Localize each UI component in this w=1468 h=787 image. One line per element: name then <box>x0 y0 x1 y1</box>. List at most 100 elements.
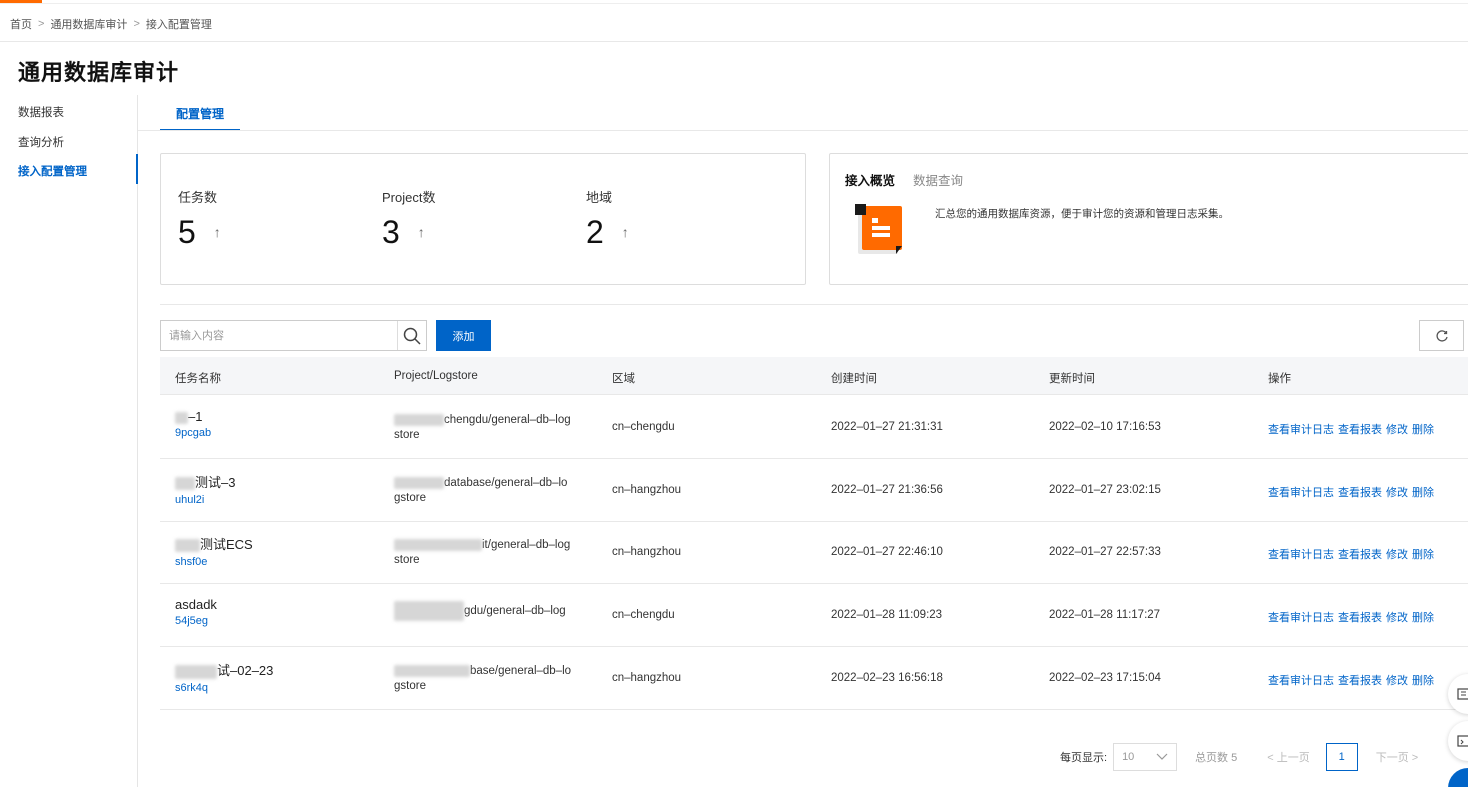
breadcrumb-current: 接入配置管理 <box>145 19 212 31</box>
task-id-link[interactable]: 9pcgab <box>175 427 211 439</box>
sidebar-item-reports[interactable]: 数据报表 <box>18 104 64 120</box>
tab-config-management[interactable]: 配置管理 <box>160 98 241 131</box>
search-input[interactable] <box>161 321 396 350</box>
column-header: 区域 <box>612 373 635 385</box>
updated-time: 2022–02–10 17:16:53 <box>1049 421 1161 433</box>
page-size-select[interactable]: 10 <box>1113 743 1178 771</box>
stat-label: Project数 <box>382 190 436 205</box>
edit-link[interactable]: 修改 <box>1386 609 1408 625</box>
project-logstore: base/general–db–lo <box>470 665 572 677</box>
stat-value: 5 <box>178 214 196 250</box>
sidebar-item-access-config[interactable]: 接入配置管理 <box>18 163 87 179</box>
row-actions: 查看审计日志 查看报表 修改 删除 <box>1268 609 1434 625</box>
floating-chat-button[interactable] <box>1448 768 1468 787</box>
task-name: asdadk <box>175 597 217 612</box>
chevron-right-icon: > <box>38 18 45 30</box>
project-logstore-cont: gstore <box>394 492 426 504</box>
edit-link[interactable]: 修改 <box>1386 421 1408 437</box>
redacted-text <box>394 601 464 621</box>
view-audit-log-link[interactable]: 查看审计日志 <box>1268 546 1334 562</box>
task-id-link[interactable]: s6rk4q <box>175 682 273 694</box>
breadcrumb-parent[interactable]: 通用数据库审计 <box>50 16 127 32</box>
row-actions: 查看审计日志 查看报表 修改 删除 <box>1268 421 1434 437</box>
project-logstore-cont: gstore <box>394 680 426 692</box>
delete-link[interactable]: 删除 <box>1412 484 1434 500</box>
table-header: 任务名称 Project/Logstore 区域 创建时间 更新时间 操作 <box>160 357 1468 395</box>
page-size-label: 每页显示: <box>1060 752 1108 764</box>
page-number-current[interactable]: 1 <box>1325 743 1358 771</box>
created-time: 2022–01–27 21:31:31 <box>831 421 943 433</box>
task-id-link[interactable]: shsf0e <box>175 556 253 568</box>
task-name: 试–02–23 <box>217 663 274 678</box>
table-row: asdadk 54j5eg gdu/general–db–log cn–chen… <box>160 584 1468 647</box>
task-name: 测试–3 <box>195 475 236 490</box>
view-audit-log-link[interactable]: 查看审计日志 <box>1268 484 1334 500</box>
page-size-value: 10 <box>1122 751 1135 763</box>
project-logstore-cont: store <box>394 429 420 441</box>
overview-description: 汇总您的通用数据库资源，便于审计您的资源和管理日志采集。 <box>935 208 1229 220</box>
stat-label: 地域 <box>586 190 613 205</box>
arrow-up-icon: ↑ <box>417 224 425 240</box>
view-audit-log-link[interactable]: 查看审计日志 <box>1268 609 1334 625</box>
project-logstore: gdu/general–db–log <box>464 605 566 618</box>
floating-help-button[interactable] <box>1448 721 1468 761</box>
region: cn–hangzhou <box>612 484 682 496</box>
tab-data-query[interactable]: 数据查询 <box>913 170 963 189</box>
arrow-up-icon: ↑ <box>213 224 221 240</box>
page-title: 通用数据库审计 <box>18 60 180 85</box>
breadcrumb: 首页 > 通用数据库审计 > 接入配置管理 <box>10 16 212 32</box>
task-id-link[interactable]: 54j5eg <box>175 615 217 627</box>
breadcrumb-home[interactable]: 首页 <box>10 16 32 32</box>
edit-link[interactable]: 修改 <box>1386 672 1408 688</box>
stat-label: 任务数 <box>178 190 218 205</box>
search-icon[interactable] <box>402 326 422 346</box>
pagination: 每页显示: 10 总页数 5 < 上一页 1 下一页 > <box>1060 743 1418 771</box>
view-audit-log-link[interactable]: 查看审计日志 <box>1268 672 1334 688</box>
tab-access-overview[interactable]: 接入概览 <box>845 170 895 189</box>
view-report-link[interactable]: 查看报表 <box>1338 609 1382 625</box>
updated-time: 2022–01–27 23:02:15 <box>1049 484 1161 496</box>
view-report-link[interactable]: 查看报表 <box>1338 672 1382 688</box>
stat-project-count: Project数 3 ↑ <box>382 187 436 250</box>
sidebar-item-query[interactable]: 查询分析 <box>18 134 64 150</box>
edit-link[interactable]: 修改 <box>1386 546 1408 562</box>
table-row: 试–02–23 s6rk4q base/general–db–lo gstore … <box>160 647 1468 710</box>
created-time: 2022–02–23 16:56:18 <box>831 672 943 684</box>
delete-link[interactable]: 删除 <box>1412 672 1434 688</box>
project-logstore: chengdu/general–db–log <box>444 414 571 426</box>
refresh-icon <box>1435 329 1448 342</box>
created-time: 2022–01–27 22:46:10 <box>831 546 943 558</box>
row-actions: 查看审计日志 查看报表 修改 删除 <box>1268 546 1434 562</box>
column-header: 任务名称 <box>175 373 221 385</box>
view-report-link[interactable]: 查看报表 <box>1338 421 1382 437</box>
delete-link[interactable]: 删除 <box>1412 546 1434 562</box>
delete-link[interactable]: 删除 <box>1412 609 1434 625</box>
view-report-link[interactable]: 查看报表 <box>1338 546 1382 562</box>
sidebar-active-indicator <box>136 154 138 184</box>
prev-page-button[interactable]: < 上一页 <box>1267 749 1309 765</box>
edit-link[interactable]: 修改 <box>1386 484 1408 500</box>
view-audit-log-link[interactable]: 查看审计日志 <box>1268 421 1334 437</box>
view-report-link[interactable]: 查看报表 <box>1338 484 1382 500</box>
task-id-link[interactable]: uhul2i <box>175 494 235 506</box>
table-row: 测试–3 uhul2i database/general–db–lo gstore… <box>160 459 1468 522</box>
redacted-text <box>394 538 482 551</box>
project-logstore: database/general–db–lo <box>444 477 568 489</box>
chevron-down-icon <box>1156 753 1168 760</box>
redacted-text <box>175 664 217 679</box>
region: cn–hangzhou <box>612 546 682 558</box>
redacted-text <box>175 539 200 553</box>
region: cn–chengdu <box>612 421 675 433</box>
region: cn–hangzhou <box>612 672 682 684</box>
table-row: –1 9pcgab chengdu/general–db–log store cn… <box>160 396 1468 459</box>
delete-link[interactable]: 删除 <box>1412 421 1434 437</box>
next-page-button[interactable]: 下一页 > <box>1376 749 1418 765</box>
chevron-right-icon: > <box>133 18 140 30</box>
created-time: 2022–01–28 11:09:23 <box>831 609 943 621</box>
refresh-button[interactable] <box>1419 320 1464 351</box>
stat-value: 2 <box>586 214 604 250</box>
document-icon <box>855 204 902 254</box>
column-header: Project/Logstore <box>394 370 478 382</box>
add-button[interactable]: 添加 <box>436 320 491 351</box>
column-header: 创建时间 <box>831 373 877 385</box>
